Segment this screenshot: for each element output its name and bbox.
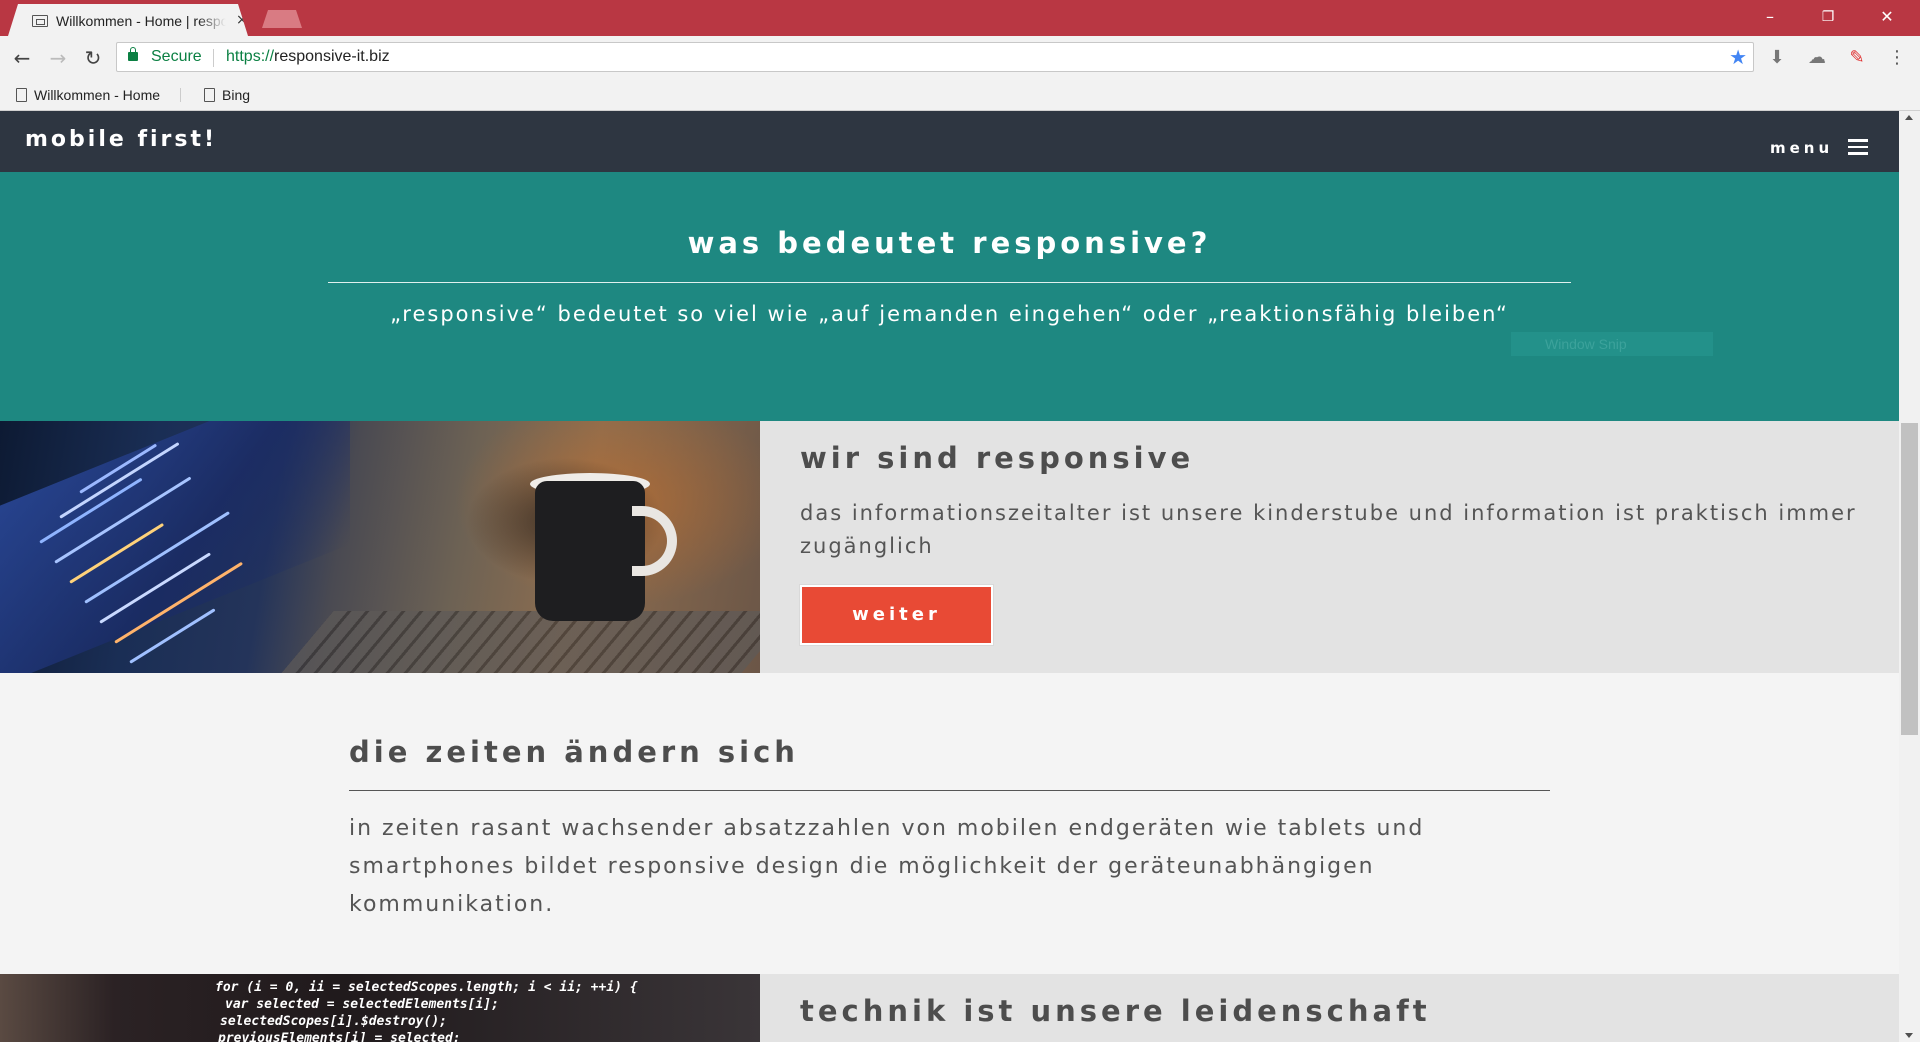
bookmark-label: Willkommen - Home — [34, 87, 161, 103]
url-host: responsive-it.biz — [274, 48, 390, 65]
tab-title: Willkommen - Home | responsive-it.biz — [56, 13, 226, 29]
code-line: for (i = 0, ii = selectedScopes.length; … — [215, 980, 638, 995]
restore-button[interactable]: ❐ — [1805, 4, 1851, 30]
cloud-extension-icon[interactable]: ☁ — [1805, 46, 1829, 70]
page-scrollbar[interactable] — [1899, 111, 1920, 1042]
section-text: in zeiten rasant wachsender absatzzahlen… — [349, 816, 1425, 917]
hero-title: was bedeutet responsive? — [687, 226, 1212, 260]
browser-tab-active[interactable]: Willkommen - Home | responsive-it.biz × — [8, 4, 248, 36]
bookmark-star-icon[interactable]: ★ — [1729, 45, 1747, 69]
lock-icon — [128, 47, 138, 61]
laptop-code-image — [0, 421, 760, 673]
forward-arrow-icon[interactable]: → — [46, 46, 70, 70]
code-line: selectedScopes[i].$destroy(); — [220, 1014, 447, 1029]
hamburger-menu-icon[interactable] — [1848, 139, 1868, 155]
hero-divider — [328, 282, 1571, 283]
browser-toolbar: ← → ↻ Secure https://responsive-it.biz ★… — [0, 36, 1920, 79]
new-tab-button[interactable] — [262, 10, 302, 28]
url-text[interactable]: https://responsive-it.biz — [226, 48, 390, 66]
feature-tech: for (i = 0, ii = selectedScopes.length; … — [0, 974, 1899, 1042]
site-header: mobile first! menu — [0, 111, 1899, 172]
hero-section: was bedeutet responsive? „responsive“ be… — [0, 172, 1899, 421]
browser-titlebar: Willkommen - Home | responsive-it.biz × … — [0, 0, 1920, 36]
address-bar[interactable]: Secure https://responsive-it.biz ★ — [116, 42, 1754, 72]
weiter-button[interactable]: weiter — [800, 585, 993, 645]
section-title: die zeiten ändern sich — [349, 735, 799, 769]
back-arrow-icon[interactable]: ← — [10, 46, 34, 70]
scroll-up-arrow-icon[interactable] — [1905, 115, 1913, 120]
code-line: previousElements[i] = selected; — [218, 1031, 461, 1042]
download-icon[interactable]: ⬇ — [1765, 46, 1789, 70]
code-screen-image: for (i = 0, ii = selectedScopes.length; … — [0, 974, 760, 1042]
minimize-button[interactable]: – — [1747, 4, 1793, 30]
omnibox-divider — [213, 49, 214, 67]
stamp-extension-icon[interactable]: ✎ — [1845, 46, 1869, 70]
close-window-button[interactable]: ✕ — [1864, 4, 1910, 30]
page-icon — [16, 88, 27, 102]
window-snip-tooltip: Window Snip — [1511, 332, 1713, 356]
feature-title: wir sind responsive — [800, 441, 1195, 475]
hero-quote: „responsive“ bedeutet so viel wie „auf j… — [390, 302, 1509, 326]
menu-label[interactable]: menu — [1770, 139, 1833, 157]
site-brand[interactable]: mobile first! — [25, 127, 217, 152]
feature-title: technik ist unsere leidenschaft — [800, 994, 1431, 1028]
scroll-thumb[interactable] — [1901, 423, 1918, 735]
reload-icon[interactable]: ↻ — [81, 46, 105, 70]
section-divider — [349, 790, 1550, 791]
page-icon — [204, 88, 215, 102]
feature-text: das informationszeitalter ist unsere kin… — [800, 501, 1857, 558]
page-favicon-icon — [32, 15, 48, 27]
security-label: Secure — [151, 48, 202, 65]
scroll-down-arrow-icon[interactable] — [1905, 1033, 1913, 1038]
bookmarks-bar: Willkommen - Home Bing — [0, 79, 1920, 111]
page-viewport: mobile first! menu was bedeutet responsi… — [0, 111, 1899, 1042]
chrome-menu-icon[interactable]: ⋮ — [1885, 46, 1909, 70]
bookmark-bing[interactable]: Bing — [200, 83, 250, 107]
bookmark-willkommen[interactable]: Willkommen - Home — [12, 83, 160, 107]
bookmarks-divider — [180, 88, 181, 102]
bookmark-label: Bing — [222, 87, 251, 103]
tab-close-icon[interactable]: × — [236, 12, 248, 28]
feature-responsive: wir sind responsive das informationszeit… — [0, 421, 1899, 673]
url-scheme: https:// — [226, 48, 275, 65]
code-line: var selected = selectedElements[i]; — [225, 997, 499, 1012]
